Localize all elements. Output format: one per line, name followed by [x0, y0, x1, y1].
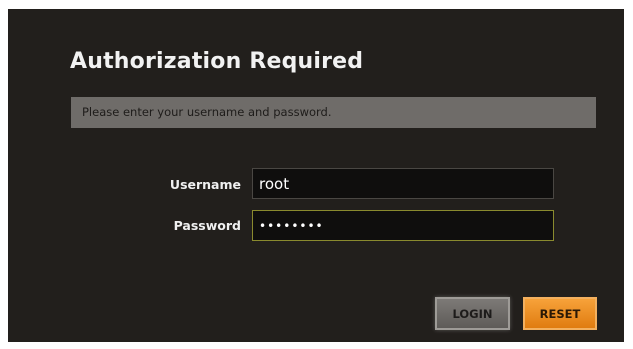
username-label: Username [169, 177, 241, 192]
reset-button[interactable]: RESET [523, 297, 597, 330]
auth-panel: Authorization Required Please enter your… [8, 9, 624, 342]
page-title: Authorization Required [70, 49, 364, 74]
password-label: Password [173, 218, 241, 233]
instruction-message: Please enter your username and password. [71, 97, 596, 128]
password-field[interactable] [252, 210, 554, 241]
username-field[interactable] [252, 168, 554, 199]
login-button[interactable]: LOGIN [435, 297, 510, 330]
